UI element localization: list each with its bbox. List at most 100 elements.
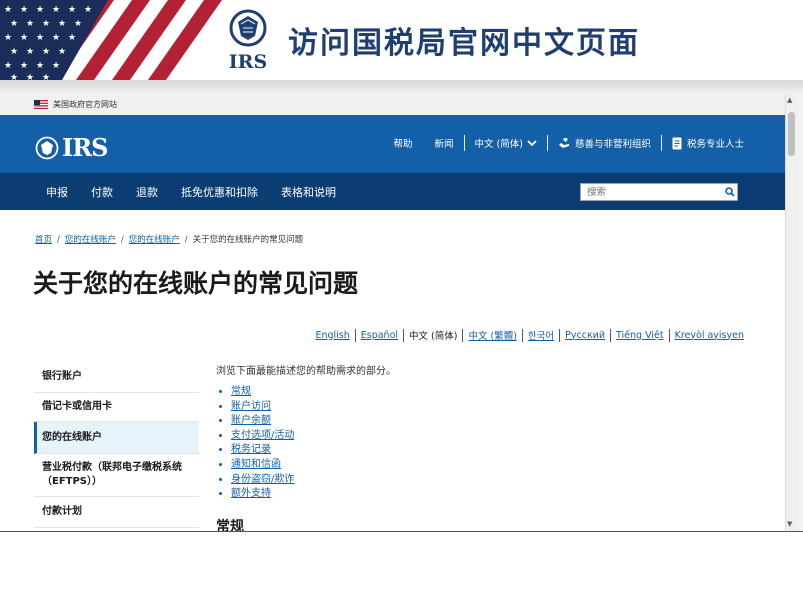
section-link-payments[interactable]: 支付选项/活动 bbox=[231, 430, 294, 441]
lang-chinese-traditional[interactable]: 中文 (繁體) bbox=[468, 328, 516, 342]
search-icon[interactable] bbox=[725, 187, 735, 197]
divider bbox=[521, 328, 523, 342]
hand-heart-icon bbox=[558, 138, 569, 148]
us-flag-icon bbox=[34, 100, 48, 109]
svg-text:★: ★ bbox=[42, 73, 50, 80]
nav-item-pay[interactable]: 付款 bbox=[91, 184, 113, 200]
sidebar-item-online-account[interactable]: 您的在线账户 bbox=[34, 422, 199, 454]
breadcrumb-home[interactable]: 首页 bbox=[35, 235, 52, 245]
svg-text:★: ★ bbox=[20, 33, 28, 43]
svg-text:★: ★ bbox=[42, 19, 50, 29]
svg-text:★: ★ bbox=[36, 61, 44, 71]
lang-spanish[interactable]: Español bbox=[361, 330, 398, 341]
help-link[interactable]: 帮助 bbox=[394, 136, 413, 150]
list-item[interactable]: 账户访问 bbox=[231, 400, 736, 415]
svg-text:★: ★ bbox=[26, 19, 34, 29]
divider bbox=[462, 328, 464, 342]
tax-pros-link[interactable]: 税务专业人士 bbox=[672, 136, 744, 150]
list-item[interactable]: 身份盗窃/欺诈 bbox=[231, 473, 736, 488]
svg-text:★: ★ bbox=[10, 19, 18, 29]
section-heading: 常规 bbox=[216, 518, 244, 531]
breadcrumb-online-account[interactable]: 您的在线账户 bbox=[65, 235, 116, 245]
sidebar-item-card[interactable]: 借记卡或信用卡 bbox=[34, 393, 199, 422]
page-title: 关于您的在线账户的常见问题 bbox=[33, 269, 359, 298]
svg-text:★: ★ bbox=[52, 33, 60, 43]
document-icon bbox=[672, 137, 682, 149]
sidebar-item-eftps[interactable]: 营业税付款（联邦电子缴税系统（EFTPS）） bbox=[34, 454, 199, 497]
divider bbox=[354, 328, 356, 342]
nav-item-forms-instructions[interactable]: 表格和说明 bbox=[281, 184, 336, 200]
svg-text:★: ★ bbox=[20, 5, 28, 15]
charities-link-label: 慈善与非营利组织 bbox=[574, 139, 651, 150]
slide-header: ★ ★ ★ ★ ★ ★ ★ ★ ★ ★ ★ ★ ★ ★ ★ ★ ★ ★ ★ ★ ★ ★ ★ ★ ★ ★ ★ IRS 访问国… bbox=[0, 0, 803, 80]
page-scrollbar[interactable]: ▲ ▼ bbox=[785, 94, 797, 531]
scroll-thumb[interactable] bbox=[788, 112, 795, 156]
section-links: 常规 账户访问 账户余额 支付选项/活动 税务记录 通知和信函 身份盗窃/欺诈 … bbox=[216, 385, 736, 502]
irs-home-logo[interactable]: IRS bbox=[34, 133, 109, 162]
irs-eagle-logo: IRS bbox=[229, 9, 267, 72]
nav-item-credits-deductions[interactable]: 抵免优惠和扣除 bbox=[181, 184, 258, 200]
nav-item-refunds[interactable]: 退款 bbox=[136, 184, 158, 200]
lang-korean[interactable]: 한국어 bbox=[528, 328, 554, 342]
section-link-notices[interactable]: 通知和信函 bbox=[231, 459, 281, 470]
section-link-account-access[interactable]: 账户访问 bbox=[231, 401, 271, 412]
breadcrumb-online-account-2[interactable]: 您的在线账户 bbox=[129, 235, 180, 245]
breadcrumb-separator: / bbox=[184, 235, 188, 245]
svg-text:★: ★ bbox=[42, 47, 50, 57]
lang-haitian-creole[interactable]: Kreyòl ayisyen bbox=[675, 330, 744, 341]
language-dropdown[interactable]: 中文 (简体) bbox=[475, 136, 537, 150]
divider bbox=[610, 328, 612, 342]
list-item[interactable]: 通知和信函 bbox=[231, 458, 736, 473]
svg-text:★: ★ bbox=[84, 5, 92, 15]
section-link-extra-support[interactable]: 额外支持 bbox=[231, 488, 271, 499]
svg-text:★: ★ bbox=[36, 5, 44, 15]
irs-logo-text: IRS bbox=[229, 51, 267, 72]
gov-banner: 美国政府官方网站 bbox=[0, 94, 790, 115]
top-links: 帮助 新闻 中文 (简体) 慈善与非营利组织 税务专业人士 bbox=[394, 135, 744, 151]
main-nav: 申报 付款 退款 抵免优惠和扣除 表格和说明 bbox=[0, 173, 790, 210]
section-link-general[interactable]: 常规 bbox=[231, 386, 251, 397]
divider bbox=[660, 135, 662, 151]
svg-text:★: ★ bbox=[4, 61, 12, 71]
search-input[interactable] bbox=[581, 185, 719, 199]
language-dropdown-label: 中文 (简体) bbox=[474, 139, 523, 150]
breadcrumb-current: 关于您的在线账户的常见问题 bbox=[192, 235, 304, 245]
empty-area bbox=[0, 531, 803, 604]
list-item[interactable]: 额外支持 bbox=[231, 487, 736, 502]
section-link-balance[interactable]: 账户余额 bbox=[231, 415, 271, 426]
lang-chinese-simplified: 中文 (简体) bbox=[409, 331, 458, 342]
chevron-down-icon bbox=[527, 140, 537, 147]
sidebar-item-bank-account[interactable]: 银行账户 bbox=[34, 362, 199, 393]
list-item[interactable]: 常规 bbox=[231, 385, 736, 400]
scroll-up-icon[interactable]: ▲ bbox=[787, 96, 792, 104]
search-box bbox=[580, 183, 738, 201]
lang-vietnamese[interactable]: Tiếng Việt bbox=[616, 330, 664, 341]
divider bbox=[403, 328, 405, 342]
gov-banner-text: 美国政府官方网站 bbox=[53, 100, 117, 109]
svg-text:★: ★ bbox=[58, 47, 66, 57]
svg-text:★: ★ bbox=[4, 33, 12, 43]
charities-link[interactable]: 慈善与非营利组织 bbox=[558, 136, 651, 150]
lang-russian[interactable]: Русский bbox=[565, 330, 605, 341]
nav-item-file[interactable]: 申报 bbox=[46, 184, 68, 200]
svg-text:★: ★ bbox=[20, 61, 28, 71]
list-item[interactable]: 账户余额 bbox=[231, 414, 736, 429]
svg-text:★: ★ bbox=[4, 5, 12, 15]
list-item[interactable]: 税务记录 bbox=[231, 443, 736, 458]
divider bbox=[546, 135, 548, 151]
svg-text:★: ★ bbox=[68, 33, 76, 43]
list-item[interactable]: 支付选项/活动 bbox=[231, 429, 736, 444]
news-link[interactable]: 新闻 bbox=[435, 136, 454, 150]
main-content: 浏览下面最能描述您的帮助需求的部分。 常规 账户访问 账户余额 支付选项/活动 … bbox=[216, 362, 736, 531]
divider bbox=[463, 135, 465, 151]
svg-text:★: ★ bbox=[52, 61, 60, 71]
section-link-tax-records[interactable]: 税务记录 bbox=[231, 444, 271, 455]
svg-text:★: ★ bbox=[10, 73, 18, 80]
lang-english[interactable]: English bbox=[315, 330, 349, 341]
sidebar-item-payment-plan[interactable]: 付款计划 bbox=[34, 497, 199, 528]
breadcrumb: 首页 / 您的在线账户 / 您的在线账户 / 关于您的在线账户的常见问题 bbox=[35, 233, 303, 245]
intro-text: 浏览下面最能描述您的帮助需求的部分。 bbox=[216, 366, 396, 377]
section-link-identity-theft[interactable]: 身份盗窃/欺诈 bbox=[231, 474, 294, 485]
scroll-down-icon[interactable]: ▼ bbox=[787, 520, 792, 528]
breadcrumb-separator: / bbox=[57, 235, 60, 245]
